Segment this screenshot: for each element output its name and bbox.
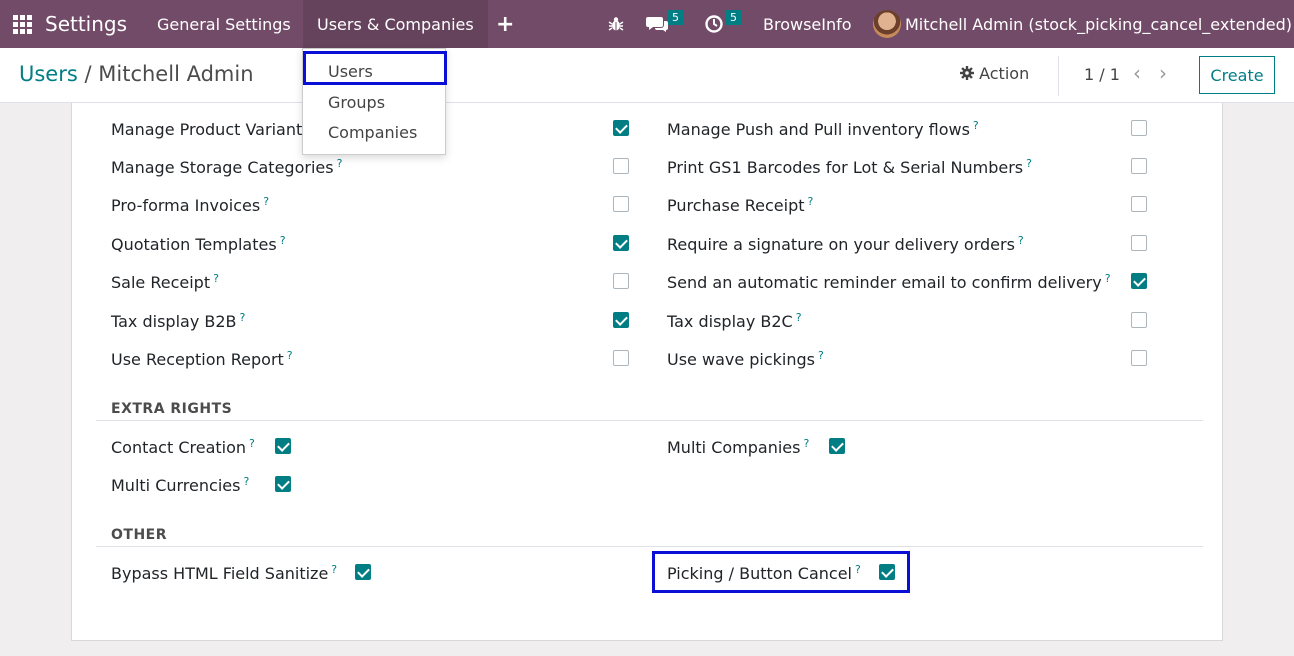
help-icon[interactable]: ?	[213, 272, 219, 285]
company-switcher[interactable]: BrowseInfo	[763, 0, 852, 48]
menu-users-companies[interactable]: Users & Companies	[303, 0, 488, 48]
section-title-other: OTHER	[111, 527, 168, 543]
checkbox-delivery-signature[interactable]	[1131, 235, 1147, 251]
right-label: Manage Push and Pull inventory flows?	[667, 119, 979, 139]
help-icon[interactable]: ?	[337, 157, 343, 170]
checkbox-sale-receipt[interactable]	[613, 273, 629, 289]
checkbox-delivery-reminder[interactable]	[1131, 273, 1147, 289]
checkbox-contact-creation[interactable]	[275, 438, 291, 454]
breadcrumb-current: Mitchell Admin	[98, 62, 254, 86]
help-icon[interactable]: ?	[1026, 157, 1032, 170]
right-label: Pro-forma Invoices?	[111, 195, 270, 215]
section-divider	[96, 546, 1203, 547]
right-label: Use wave pickings?	[667, 349, 824, 369]
right-label: Manage Product Variants?	[111, 119, 319, 139]
chevron-right-icon[interactable]: ›	[1159, 61, 1167, 85]
right-label: Multi Companies?	[667, 437, 810, 457]
right-label: Print GS1 Barcodes for Lot & Serial Numb…	[667, 157, 1032, 177]
checkbox-use-reception-report[interactable]	[613, 350, 629, 366]
right-label: Require a signature on your delivery ord…	[667, 234, 1024, 254]
section-title-extra-rights: EXTRA RIGHTS	[111, 401, 233, 417]
chevron-left-icon[interactable]: ‹	[1133, 61, 1141, 85]
right-label: Sale Receipt?	[111, 272, 219, 292]
right-label: Manage Storage Categories?	[111, 157, 343, 177]
right-label: Contact Creation?	[111, 437, 255, 457]
action-button[interactable]: Action	[960, 64, 1029, 83]
help-icon[interactable]: ?	[803, 437, 809, 450]
right-label: Quotation Templates?	[111, 234, 286, 254]
highlight-picking-cancel	[652, 551, 910, 593]
app-name[interactable]: Settings	[45, 0, 127, 48]
help-icon[interactable]: ?	[240, 311, 246, 324]
section-divider	[96, 420, 1203, 421]
highlight-users-item	[303, 51, 447, 85]
right-label: Send an automatic reminder email to conf…	[667, 272, 1111, 292]
dropdown-item-companies[interactable]: Companies	[328, 123, 417, 142]
user-menu[interactable]: Mitchell Admin (stock_picking_cancel_ext…	[905, 0, 1292, 48]
checkbox-quotation-templates[interactable]	[613, 235, 629, 251]
breadcrumb-separator: /	[84, 62, 92, 86]
help-icon[interactable]: ?	[1018, 234, 1024, 247]
menu-general-settings[interactable]: General Settings	[143, 0, 305, 48]
pager-value[interactable]: 1 / 1	[1084, 65, 1120, 84]
breadcrumb: Users / Mitchell Admin	[19, 62, 254, 86]
checkbox-manage-storage-categories[interactable]	[613, 158, 629, 174]
help-icon[interactable]: ?	[249, 437, 255, 450]
dropdown-item-groups[interactable]: Groups	[328, 93, 385, 112]
help-icon[interactable]: ?	[973, 119, 979, 132]
help-icon[interactable]: ?	[331, 563, 337, 576]
help-icon[interactable]: ?	[1105, 272, 1111, 285]
help-icon[interactable]: ?	[808, 195, 814, 208]
chat-icon[interactable]	[646, 0, 668, 48]
right-label: Tax display B2B?	[111, 311, 246, 331]
control-panel: Users / Mitchell Admin Action 1 / 1 ‹ › …	[0, 48, 1294, 103]
help-icon[interactable]: ?	[287, 349, 293, 362]
breadcrumb-users-link[interactable]: Users	[19, 62, 78, 86]
checkbox-manage-product-variants[interactable]	[613, 120, 629, 136]
checkbox-gs1-barcodes[interactable]	[1131, 158, 1147, 174]
messages-badge: 5	[668, 10, 683, 25]
help-icon[interactable]: ?	[796, 311, 802, 324]
form-sheet: Manage Product Variants? Manage Storage …	[71, 103, 1223, 641]
checkbox-wave-pickings[interactable]	[1131, 350, 1147, 366]
help-icon[interactable]: ?	[280, 234, 286, 247]
right-label: Use Reception Report?	[111, 349, 293, 369]
activities-badge: 5	[726, 10, 741, 25]
action-label: Action	[979, 64, 1030, 83]
add-menu-icon[interactable]: +	[484, 0, 526, 48]
clock-icon[interactable]	[704, 0, 724, 48]
apps-grid-icon[interactable]	[13, 0, 33, 48]
right-label: Purchase Receipt?	[667, 195, 814, 215]
create-button[interactable]: Create	[1199, 56, 1275, 94]
right-label: Multi Currencies?	[111, 475, 250, 495]
right-label: Tax display B2C?	[667, 311, 802, 331]
top-navbar: Settings General Settings Users & Compan…	[0, 0, 1294, 48]
help-icon[interactable]: ?	[243, 475, 249, 488]
help-icon[interactable]: ?	[818, 349, 824, 362]
gear-icon	[960, 64, 979, 83]
checkbox-multi-companies[interactable]	[829, 438, 845, 454]
checkbox-push-pull-flows[interactable]	[1131, 120, 1147, 136]
checkbox-bypass-html-sanitize[interactable]	[355, 564, 371, 580]
divider	[1058, 56, 1059, 96]
checkbox-tax-display-b2c[interactable]	[1131, 312, 1147, 328]
help-icon[interactable]: ?	[263, 195, 269, 208]
avatar[interactable]	[873, 0, 901, 48]
bug-icon[interactable]	[608, 0, 624, 48]
right-label: Bypass HTML Field Sanitize?	[111, 563, 338, 583]
checkbox-purchase-receipt[interactable]	[1131, 196, 1147, 212]
checkbox-pro-forma-invoices[interactable]	[613, 196, 629, 212]
checkbox-multi-currencies[interactable]	[275, 476, 291, 492]
checkbox-tax-display-b2b[interactable]	[613, 312, 629, 328]
